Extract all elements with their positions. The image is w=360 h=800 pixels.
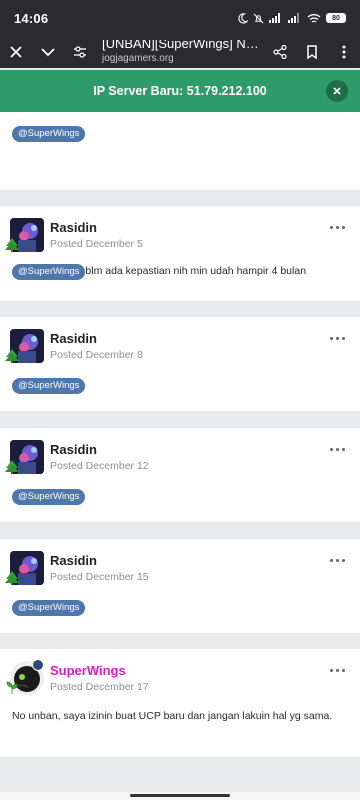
- post-feed: @SuperWings Rasidin Posted December 5 @S…: [0, 112, 360, 792]
- mention-link[interactable]: @SuperWings: [12, 378, 86, 394]
- collapse-button[interactable]: [32, 36, 64, 68]
- post-card: Rasidin Posted December 5 @SuperWings blm…: [0, 206, 360, 301]
- browser-toolbar: [UNBAN][SuperWings] Norre... jogjagamers…: [0, 36, 360, 68]
- close-tab-button[interactable]: [0, 36, 32, 68]
- site-settings-button[interactable]: [64, 36, 96, 68]
- post-options-button[interactable]: [330, 666, 346, 674]
- post-options-button[interactable]: [330, 223, 346, 231]
- status-time: 14:06: [14, 10, 49, 26]
- notice-banner: IP Server Baru: 51.79.212.100: [0, 70, 360, 112]
- post-card: Rasidin Posted December 8 @SuperWings: [0, 317, 360, 411]
- tree-badge-icon: [5, 238, 19, 252]
- post-options-button[interactable]: [330, 445, 346, 453]
- mention-link[interactable]: @SuperWings: [12, 600, 86, 616]
- post-date[interactable]: Posted December 15: [50, 571, 149, 583]
- close-icon: [10, 46, 22, 58]
- tree-badge-icon: [5, 349, 19, 363]
- tune-icon: [74, 46, 86, 58]
- post-body: @SuperWings blm ada kepastian nih min uda…: [12, 264, 306, 280]
- close-icon: [333, 87, 341, 95]
- post-card: @SuperWings: [0, 112, 360, 190]
- author-name[interactable]: Rasidin: [50, 442, 97, 457]
- mention-link[interactable]: @SuperWings: [12, 489, 86, 505]
- plant-badge-icon: [6, 681, 18, 694]
- status-bar: 14:06 80: [0, 0, 360, 36]
- chevron-down-icon: [41, 48, 55, 57]
- post-options-button[interactable]: [330, 334, 346, 342]
- menu-button[interactable]: [328, 36, 360, 68]
- moon-icon: [238, 12, 248, 24]
- url-bar[interactable]: [UNBAN][SuperWings] Norre... jogjagamers…: [96, 40, 264, 65]
- moderator-shield-icon: [32, 659, 44, 671]
- author-name[interactable]: Rasidin: [50, 220, 97, 235]
- author-name[interactable]: SuperWings: [50, 663, 126, 678]
- page-title: [UNBAN][SuperWings] Norre...: [102, 39, 264, 51]
- post-text: No unban, saya izinin buat UCP baru dan …: [12, 710, 333, 722]
- more-vert-icon: [342, 45, 346, 59]
- post-card: SuperWings Posted December 17 No unban, …: [0, 649, 360, 757]
- post-text: blm ada kepastian nih min udah hampir 4 …: [85, 265, 307, 277]
- notice-close-button[interactable]: [326, 80, 348, 102]
- post-mention: @SuperWings: [12, 486, 86, 505]
- home-handle[interactable]: [130, 794, 230, 797]
- post-card: Rasidin Posted December 15 @SuperWings: [0, 539, 360, 633]
- signal-icon: [269, 13, 280, 23]
- battery-icon: 80: [326, 13, 346, 23]
- signal-icon-2: [288, 13, 299, 23]
- bookmark-icon: [307, 45, 317, 59]
- author-name[interactable]: Rasidin: [50, 553, 97, 568]
- post-date[interactable]: Posted December 17: [50, 681, 149, 693]
- post-mention: @SuperWings: [12, 123, 86, 142]
- wifi-icon: [307, 13, 321, 23]
- post-date[interactable]: Posted December 5: [50, 238, 143, 250]
- post-mention: @SuperWings: [12, 597, 86, 616]
- tree-badge-icon: [5, 460, 19, 474]
- mention-link[interactable]: @SuperWings: [12, 126, 86, 142]
- bookmark-button[interactable]: [296, 36, 328, 68]
- share-button[interactable]: [264, 36, 296, 68]
- post-date[interactable]: Posted December 12: [50, 460, 149, 472]
- page-domain: jogjagamers.org: [102, 52, 174, 64]
- tree-badge-icon: [5, 571, 19, 585]
- post-card: Rasidin Posted December 12 @SuperWings: [0, 428, 360, 522]
- post-date[interactable]: Posted December 8: [50, 349, 143, 361]
- share-icon: [273, 45, 287, 59]
- mention-link[interactable]: @SuperWings: [12, 264, 86, 280]
- post-options-button[interactable]: [330, 556, 346, 564]
- author-name[interactable]: Rasidin: [50, 331, 97, 346]
- gesture-nav-bar: [0, 792, 360, 800]
- post-mention: @SuperWings: [12, 375, 86, 394]
- status-icons: 80: [237, 12, 346, 24]
- mute-bell-icon: [253, 13, 264, 23]
- notice-text: IP Server Baru: 51.79.212.100: [93, 84, 267, 98]
